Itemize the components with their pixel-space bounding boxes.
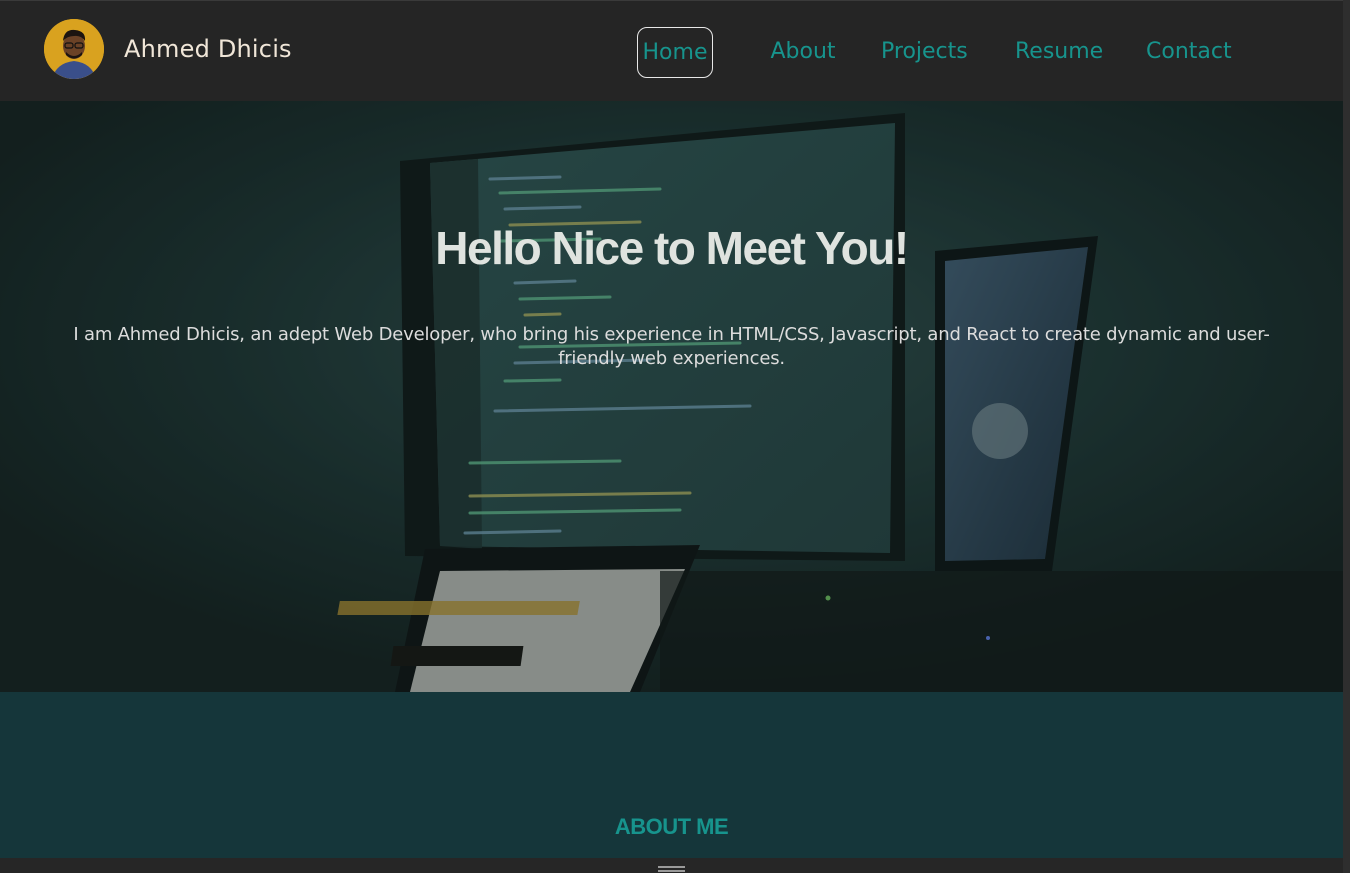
about-section: ABOUT ME [0,692,1343,858]
menu-icon[interactable] [658,866,685,873]
nav-about-link[interactable]: About [763,27,843,78]
page: Ahmed Dhicis Home About Projects Resume … [0,0,1350,873]
hero-section: Hello Nice to Meet You! I am Ahmed Dhici… [0,101,1343,692]
hero-intro-text: I am Ahmed Dhicis, an adept Web Develope… [73,324,1270,369]
nav-home-link[interactable]: Home [637,27,713,78]
menu-icon-line [658,866,685,868]
site-header: Ahmed Dhicis Home About Projects Resume … [0,0,1343,101]
nav-resume-link[interactable]: Resume [1015,27,1103,78]
nav-contact-link[interactable]: Contact [1146,27,1232,78]
menu-icon-line [658,870,685,872]
profile-photo-icon [44,19,104,79]
scrollbar[interactable] [1343,0,1350,873]
hero-title: Hello Nice to Meet You! [435,222,909,274]
about-title: ABOUT ME [614,814,729,839]
hero-background-image [0,101,1343,692]
brand-name: Ahmed Dhicis [124,35,292,63]
nav-projects-link[interactable]: Projects [881,27,968,78]
brand[interactable]: Ahmed Dhicis [44,19,292,79]
avatar [44,19,104,79]
